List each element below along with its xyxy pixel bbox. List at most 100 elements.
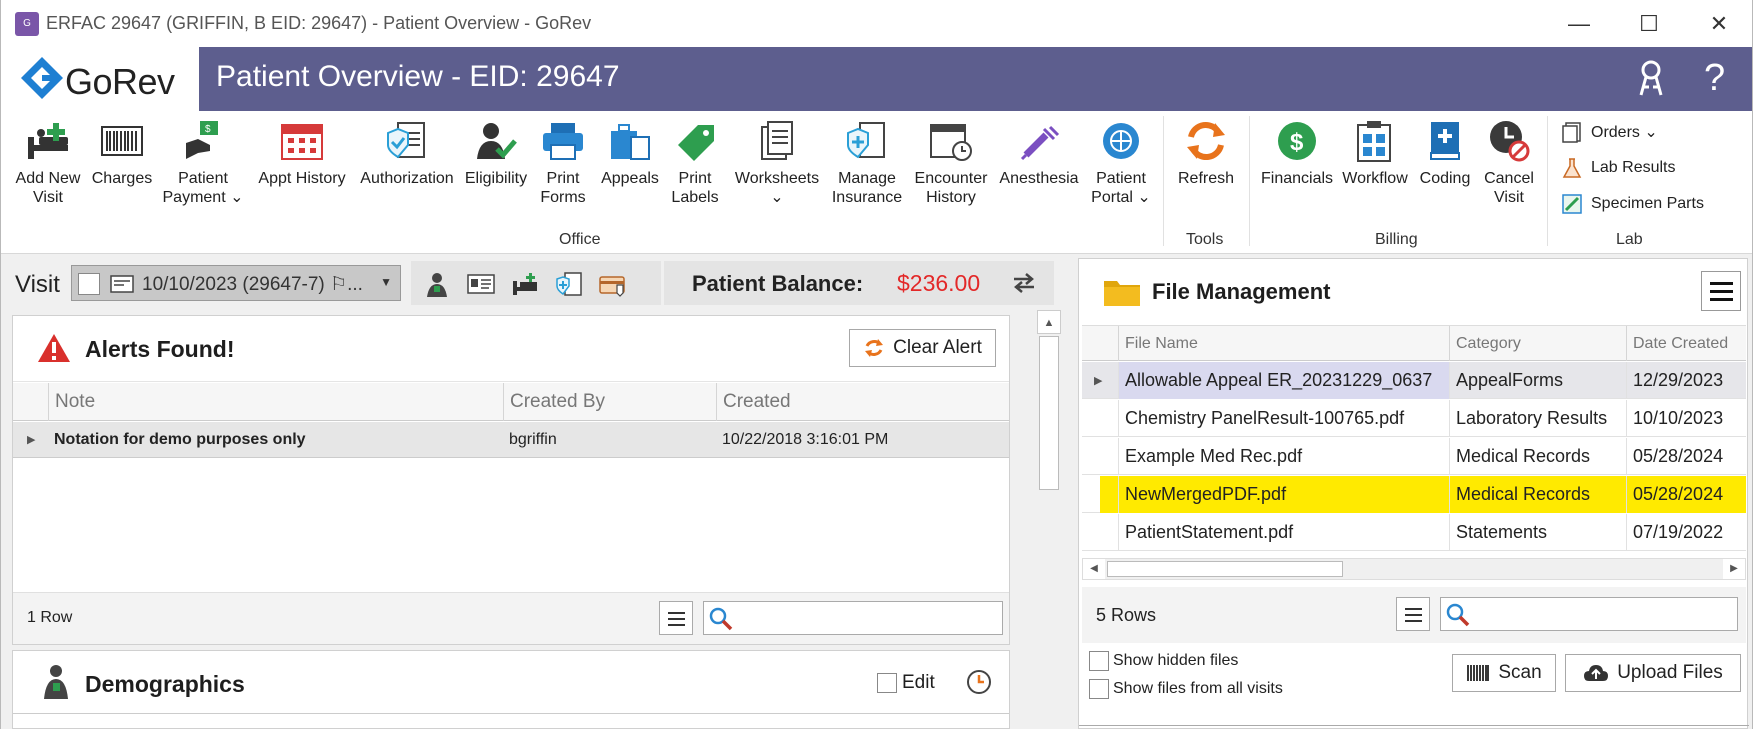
print-forms-button[interactable]: Print Forms (533, 119, 593, 207)
app-icon: G (15, 12, 39, 36)
alerts-search-input[interactable] (703, 601, 1003, 635)
add-new-visit-button[interactable]: Add New Visit (9, 119, 87, 207)
visit-selector[interactable]: 10/10/2023 (29647-7) ⚐... ▼ (71, 265, 401, 301)
scroll-up-icon[interactable]: ▲ (1037, 310, 1061, 334)
scroll-thumb[interactable] (1107, 561, 1343, 577)
print-labels-button[interactable]: Print Labels (665, 119, 725, 207)
scroll-left-icon[interactable]: ◀ (1083, 559, 1105, 579)
maximize-button[interactable]: ☐ (1614, 0, 1684, 47)
patient-icon[interactable] (423, 271, 451, 297)
patient-payment-label: Patient Payment ⌄ (162, 170, 244, 206)
orders-button[interactable]: Orders ⌄ (1561, 121, 1658, 143)
minimize-button[interactable]: — (1544, 0, 1614, 47)
key-icon[interactable] (1633, 59, 1669, 99)
files-row-count: 5 Rows (1096, 605, 1157, 625)
refresh-button[interactable]: Refresh (1171, 119, 1241, 188)
cloud-upload-icon (1584, 665, 1609, 681)
swap-icon[interactable] (1010, 271, 1038, 295)
show-all-visits-files[interactable]: Show files from all visits (1089, 679, 1283, 699)
book-plus-icon (1430, 122, 1460, 160)
svg-text:$: $ (1290, 129, 1304, 156)
payment-card-icon[interactable] (599, 271, 627, 297)
show-hidden-checkbox[interactable] (1089, 651, 1109, 671)
financials-button[interactable]: $ Financials (1257, 119, 1337, 188)
column-created-by[interactable]: Created By (503, 383, 716, 421)
scroll-right-icon[interactable]: ▶ (1723, 559, 1745, 579)
charges-label: Charges (91, 170, 153, 187)
coding-button[interactable]: Coding (1413, 119, 1477, 188)
visit-selected-value: 10/10/2023 (29647-7) ⚐... (142, 274, 363, 295)
files-menu-button[interactable] (1396, 597, 1430, 631)
specimen-icon (1562, 194, 1582, 214)
add-new-visit-label: Add New Visit (15, 170, 81, 206)
financials-label: Financials (1260, 170, 1334, 187)
id-card-icon[interactable] (467, 271, 495, 297)
briefcase-icon (611, 124, 650, 160)
scan-label: Scan (1498, 662, 1542, 683)
logo: GoRev (1, 47, 199, 111)
patient-portal-button[interactable]: Patient Portal ⌄ (1085, 119, 1157, 207)
file-category: Medical Records (1449, 476, 1626, 513)
row-expand-icon[interactable]: ▶ (1094, 374, 1102, 387)
visit-checkbox[interactable] (78, 273, 100, 295)
files-grid: File Name Category Date Created ▶ Allowa… (1082, 325, 1746, 551)
worksheets-button[interactable]: Worksheets ⌄ (729, 119, 825, 207)
manage-insurance-button[interactable]: Manage Insurance (829, 119, 905, 207)
clear-alert-button[interactable]: Clear Alert (849, 329, 996, 367)
orders-label: Orders ⌄ (1591, 124, 1658, 141)
flask-icon (1562, 158, 1582, 178)
alert-created: 10/22/2018 3:16:01 PM (722, 431, 889, 448)
table-row[interactable]: ▶ Notation for demo purposes only bgriff… (13, 422, 1009, 458)
cancel-visit-button[interactable]: Cancel Visit (1479, 119, 1539, 207)
file-name: Chemistry PanelResult-100765.pdf (1118, 400, 1449, 437)
show-all-visits-checkbox[interactable] (1089, 679, 1109, 699)
alerts-menu-button[interactable] (659, 601, 693, 635)
edit-checkbox[interactable] (877, 673, 897, 693)
table-row[interactable]: PatientStatement.pdf Statements 07/19/20… (1082, 514, 1746, 551)
horizontal-scrollbar[interactable]: ◀ ▶ (1082, 558, 1746, 580)
encounter-history-button[interactable]: Encounter History (909, 119, 993, 207)
history-clock-icon[interactable] (965, 668, 993, 696)
file-menu-button[interactable] (1701, 271, 1741, 311)
row-expand-icon[interactable]: ▶ (27, 433, 35, 446)
appeals-button[interactable]: Appeals (597, 119, 663, 188)
bed-plus-icon[interactable] (511, 271, 539, 297)
show-all-visits-label: Show files from all visits (1113, 680, 1283, 697)
orders-icon (1562, 122, 1581, 143)
lab-results-button[interactable]: Lab Results (1561, 157, 1676, 179)
close-button[interactable]: ✕ (1684, 0, 1752, 47)
appt-history-button[interactable]: Appt History (255, 119, 349, 188)
column-category[interactable]: Category (1449, 326, 1626, 361)
user-check-icon (477, 123, 517, 159)
vertical-scrollbar[interactable]: ▲ (1037, 310, 1061, 729)
files-search-input[interactable] (1440, 597, 1738, 631)
column-file-name[interactable]: File Name (1118, 326, 1449, 361)
lab-group-label: Lab (1616, 231, 1643, 248)
column-created[interactable]: Created (716, 383, 1011, 421)
scroll-thumb[interactable] (1039, 336, 1059, 490)
table-row-highlighted[interactable]: NewMergedPDF.pdf Medical Records 05/28/2… (1082, 476, 1746, 513)
alerts-row-count: 1 Row (27, 609, 73, 626)
column-date-created[interactable]: Date Created (1626, 326, 1746, 361)
show-hidden-files[interactable]: Show hidden files (1089, 651, 1238, 671)
refresh-icon (1187, 121, 1225, 161)
chevron-down-icon[interactable]: ▼ (380, 275, 392, 289)
table-row[interactable]: Chemistry PanelResult-100765.pdf Laborat… (1082, 400, 1746, 437)
table-row[interactable]: Example Med Rec.pdf Medical Records 05/2… (1082, 438, 1746, 475)
help-icon[interactable]: ? (1704, 57, 1725, 100)
specimen-parts-button[interactable]: Specimen Parts (1561, 193, 1704, 215)
insurance-icon[interactable] (555, 271, 583, 297)
charges-button[interactable]: Charges (87, 119, 157, 188)
workflow-button[interactable]: Workflow (1339, 119, 1411, 188)
scan-button[interactable]: Scan (1452, 654, 1556, 692)
eligibility-button[interactable]: Eligibility (461, 119, 531, 188)
authorization-button[interactable]: Authorization (357, 119, 457, 188)
upload-files-button[interactable]: Upload Files (1565, 654, 1741, 692)
patient-payment-button[interactable]: $ Patient Payment ⌄ (159, 119, 247, 207)
tag-icon (678, 125, 714, 161)
anesthesia-button[interactable]: Anesthesia (997, 119, 1081, 188)
tools-group-label: Tools (1186, 231, 1224, 248)
column-note[interactable]: Note (48, 383, 503, 421)
app-window: G ERFAC 29647 (GRIFFIN, B EID: 29647) - … (0, 0, 1753, 729)
table-row[interactable]: ▶ Allowable Appeal ER_20231229_0637 Appe… (1082, 362, 1746, 399)
